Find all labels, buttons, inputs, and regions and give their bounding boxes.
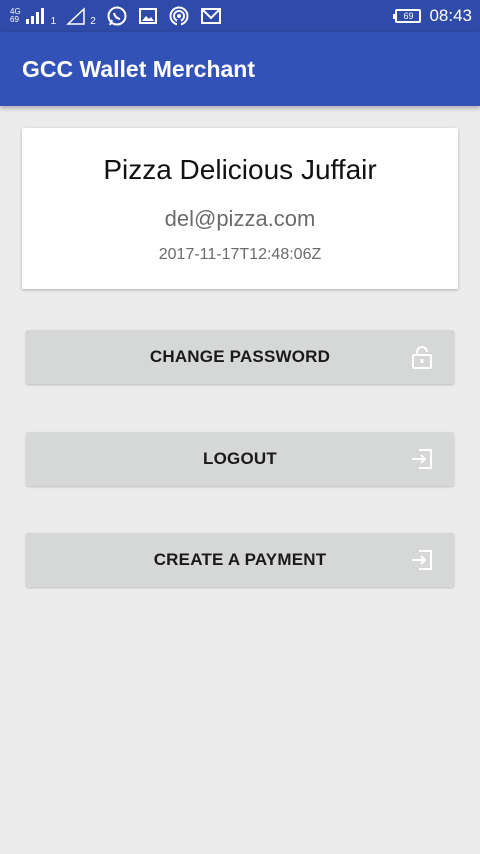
- merchant-timestamp: 2017-11-17T12:48:06Z: [158, 246, 322, 263]
- lock-icon: [412, 346, 432, 369]
- image-icon: [138, 8, 157, 24]
- change-password-label: CHANGE PASSWORD: [149, 347, 331, 366]
- merchant-email: del@pizza.com: [164, 206, 316, 231]
- create-payment-label: CREATE A PAYMENT: [153, 550, 327, 569]
- merchant-card: Pizza Delicious Juffair del@pizza.com 20…: [22, 128, 458, 289]
- battery-level: 69: [403, 11, 414, 21]
- logout-button[interactable]: LOGOUT: [26, 432, 454, 486]
- logout-label: LOGOUT: [203, 449, 277, 468]
- battery-icon: 69: [393, 9, 422, 23]
- merchant-name: Pizza Delicious Juffair: [103, 154, 377, 185]
- status-left: 4G 69 1 2: [10, 5, 222, 27]
- network-label: 4G 69: [10, 8, 21, 24]
- sim2-index: 2: [90, 15, 96, 27]
- status-bar: 4G 69 1 2 69 08:43: [0, 0, 480, 32]
- gmail-icon: [200, 8, 221, 24]
- clock: 08:43: [429, 6, 472, 25]
- whatsapp-icon: [107, 6, 127, 26]
- app-title: GCC Wallet Merchant: [22, 55, 256, 82]
- hotspot-icon: [169, 6, 189, 26]
- network-sub: 69: [10, 15, 19, 24]
- exit-icon: [412, 550, 432, 570]
- signal-empty-icon: [66, 7, 85, 25]
- change-password-button[interactable]: CHANGE PASSWORD: [26, 330, 454, 384]
- create-payment-button[interactable]: CREATE A PAYMENT: [26, 533, 454, 587]
- sim1-index: 1: [50, 15, 57, 27]
- status-right: 69 08:43: [393, 6, 472, 26]
- app-bar: GCC Wallet Merchant: [0, 32, 480, 106]
- exit-icon: [412, 449, 432, 469]
- signal-icon: [25, 8, 44, 24]
